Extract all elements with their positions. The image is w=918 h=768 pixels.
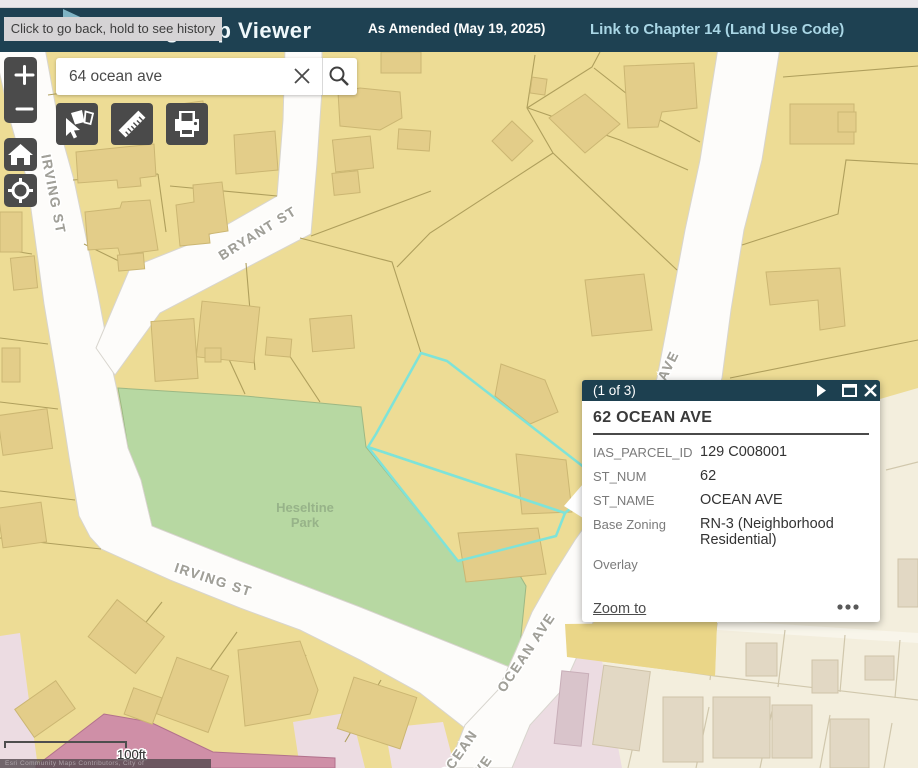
- svg-text:Park: Park: [291, 515, 320, 530]
- svg-text:Heseltine: Heseltine: [276, 500, 334, 515]
